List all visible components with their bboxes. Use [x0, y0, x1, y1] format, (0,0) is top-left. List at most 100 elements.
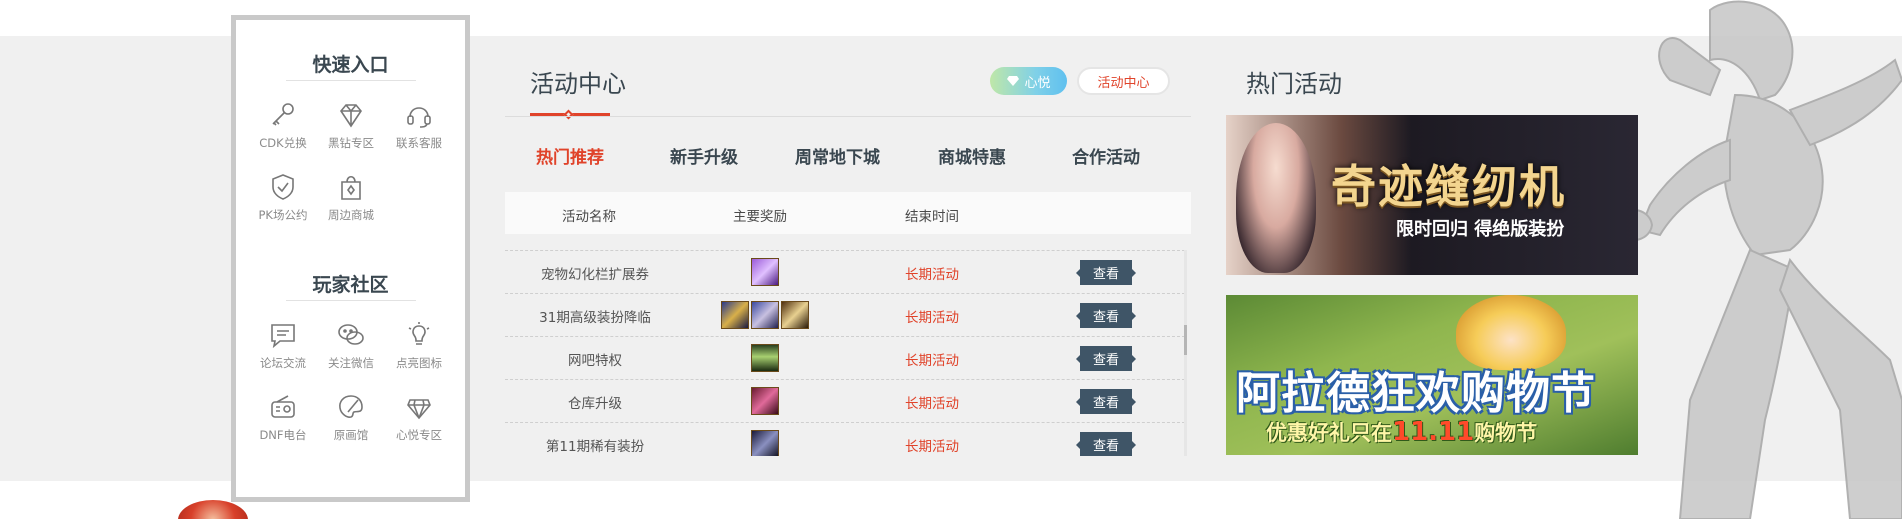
tab-weekly-dungeon[interactable]: 周常地下城: [795, 143, 880, 168]
reward-list: [690, 430, 840, 456]
end-time: 长期活动: [905, 439, 959, 455]
pk-rules-label: PK场公约: [258, 208, 308, 222]
activity-center-title: 活动中心: [530, 70, 626, 98]
divider: [286, 80, 416, 81]
tab-mall-deals[interactable]: 商城特惠: [938, 143, 1006, 168]
end-time: 长期活动: [905, 353, 959, 369]
art-gallery-label: 原画馆: [333, 428, 369, 442]
black-diamond-link[interactable]: 黑钻专区: [316, 100, 386, 151]
view-button[interactable]: 查看: [1076, 389, 1136, 414]
banner-subtitle-pre: 优惠好礼只在: [1266, 421, 1392, 445]
pk-rules-link[interactable]: PK场公约: [248, 172, 318, 223]
scrollbar-thumb[interactable]: [1184, 325, 1187, 355]
activity-center-pill-label: 活动中心: [1097, 75, 1150, 91]
table-row: 31期高级装扮降临 长期活动 查看: [505, 293, 1185, 336]
sewing-machine-banner[interactable]: 奇迹缝纫机 限时回归 得绝版装扮: [1226, 115, 1638, 275]
hot-activities-title: 热门活动: [1246, 70, 1342, 98]
activity-table-header: 活动名称 主要奖励 结束时间: [505, 192, 1191, 234]
quick-entry-title: 快速入口: [312, 54, 389, 76]
reward-list: [690, 387, 840, 415]
dnf-radio-link[interactable]: DNF电台: [248, 392, 318, 443]
table-row: 仓库升级 长期活动 查看: [505, 379, 1185, 422]
view-button[interactable]: 查看: [1076, 346, 1136, 371]
dnf-radio-label: DNF电台: [259, 428, 307, 442]
headset-icon: [407, 107, 431, 128]
table-row: 网吧特权 长期活动 查看: [505, 336, 1185, 379]
activity-name: 仓库升级: [568, 396, 622, 412]
activity-name: 31期高级装扮降临: [539, 310, 651, 326]
banner-subtitle-post: 购物节: [1474, 421, 1538, 445]
activity-center-pill-button[interactable]: 活动中心: [1077, 67, 1170, 95]
end-time: 长期活动: [905, 310, 959, 326]
reward-item-icon[interactable]: [751, 387, 779, 415]
end-time: 长期活动: [905, 396, 959, 412]
wechat-link[interactable]: 关注微信: [316, 320, 386, 371]
light-icon-link[interactable]: 点亮图标: [384, 320, 454, 371]
forum-link[interactable]: 论坛交流: [248, 320, 318, 371]
banner-character-art: [1236, 123, 1316, 273]
shield-icon: [272, 174, 294, 200]
view-button[interactable]: 查看: [1076, 303, 1136, 328]
forum-label: 论坛交流: [260, 356, 306, 370]
forum-icon: [271, 324, 295, 349]
quick-entry-panel: 快速入口 CDK兑换 黑钻专区 联系客服 PK场公约 周边商城 玩家社区 论坛交…: [231, 15, 470, 502]
divider: [286, 300, 416, 301]
customer-service-link[interactable]: 联系客服: [384, 100, 454, 151]
tab-hot-recommend[interactable]: 热门推荐: [536, 143, 604, 168]
merch-store-label: 周边商城: [328, 208, 374, 222]
shopping-festival-banner[interactable]: 阿拉德狂欢购物节 优惠好礼只在11.11购物节: [1226, 295, 1638, 455]
reward-item-icon[interactable]: [751, 301, 779, 329]
gem-icon: [407, 399, 431, 420]
customer-service-label: 联系客服: [396, 136, 442, 150]
tab-newbie-upgrade[interactable]: 新手升级: [670, 143, 738, 168]
community-title: 玩家社区: [312, 274, 389, 296]
radio-icon: [271, 395, 295, 418]
view-button[interactable]: 查看: [1076, 260, 1136, 285]
art-gallery-link[interactable]: 原画馆: [316, 392, 386, 443]
reward-item-icon[interactable]: [751, 430, 779, 456]
end-time: 长期活动: [905, 267, 959, 283]
cdk-redeem-label: CDK兑换: [259, 136, 307, 150]
xinyue-zone-label: 心悦专区: [396, 428, 442, 442]
reward-item-icon[interactable]: [751, 344, 779, 372]
light-icon-label: 点亮图标: [396, 356, 442, 370]
shopping-bag-icon: [341, 175, 361, 200]
column-activity-name: 活动名称: [562, 209, 616, 225]
tab-partner-events[interactable]: 合作活动: [1072, 143, 1140, 168]
reward-list: [690, 344, 840, 372]
column-end-time: 结束时间: [905, 209, 959, 225]
xinyue-pill-button[interactable]: 心悦: [990, 67, 1067, 95]
banner-subtitle-date: 11.11: [1392, 417, 1475, 447]
xinyue-zone-link[interactable]: 心悦专区: [384, 392, 454, 443]
divider: [505, 116, 1191, 117]
wechat-label: 关注微信: [328, 356, 374, 370]
gem-icon: [1007, 76, 1020, 86]
reward-item-icon[interactable]: [781, 301, 809, 329]
column-main-rewards: 主要奖励: [733, 209, 787, 225]
reward-item-icon[interactable]: [751, 258, 779, 286]
banner-subtitle: 优惠好礼只在11.11购物节: [1266, 417, 1537, 447]
reward-item-icon[interactable]: [721, 301, 749, 329]
cdk-redeem-link[interactable]: CDK兑换: [248, 100, 318, 151]
black-diamond-label: 黑钻专区: [328, 136, 374, 150]
reward-list: [690, 301, 840, 329]
reward-list: [690, 258, 840, 286]
activity-table-body: 宠物幻化栏扩展券 长期活动 查看 31期高级装扮降临 长期活动 查看 网吧特权 …: [505, 250, 1185, 456]
banner-subtitle: 限时回归 得绝版装扮: [1396, 219, 1565, 240]
banner-title: 奇迹缝纫机: [1331, 160, 1567, 213]
table-row: 宠物幻化栏扩展券 长期活动 查看: [505, 250, 1185, 293]
wechat-icon: [338, 324, 364, 345]
xinyue-pill-label: 心悦: [1024, 75, 1051, 91]
diamond-icon: [340, 104, 362, 128]
lightbulb-icon: [408, 322, 430, 345]
activity-name: 网吧特权: [568, 353, 622, 369]
merch-store-link[interactable]: 周边商城: [316, 172, 386, 223]
activity-name: 宠物幻化栏扩展券: [541, 267, 649, 283]
activity-name: 第11期稀有装扮: [545, 439, 645, 455]
table-row: 第11期稀有装扮 长期活动 查看: [505, 422, 1185, 456]
banner-title: 阿拉德狂欢购物节: [1236, 368, 1596, 419]
view-button[interactable]: 查看: [1076, 432, 1136, 456]
key-icon: [272, 103, 294, 126]
palette-icon: [339, 395, 363, 418]
bottom-emblem: [178, 500, 248, 519]
